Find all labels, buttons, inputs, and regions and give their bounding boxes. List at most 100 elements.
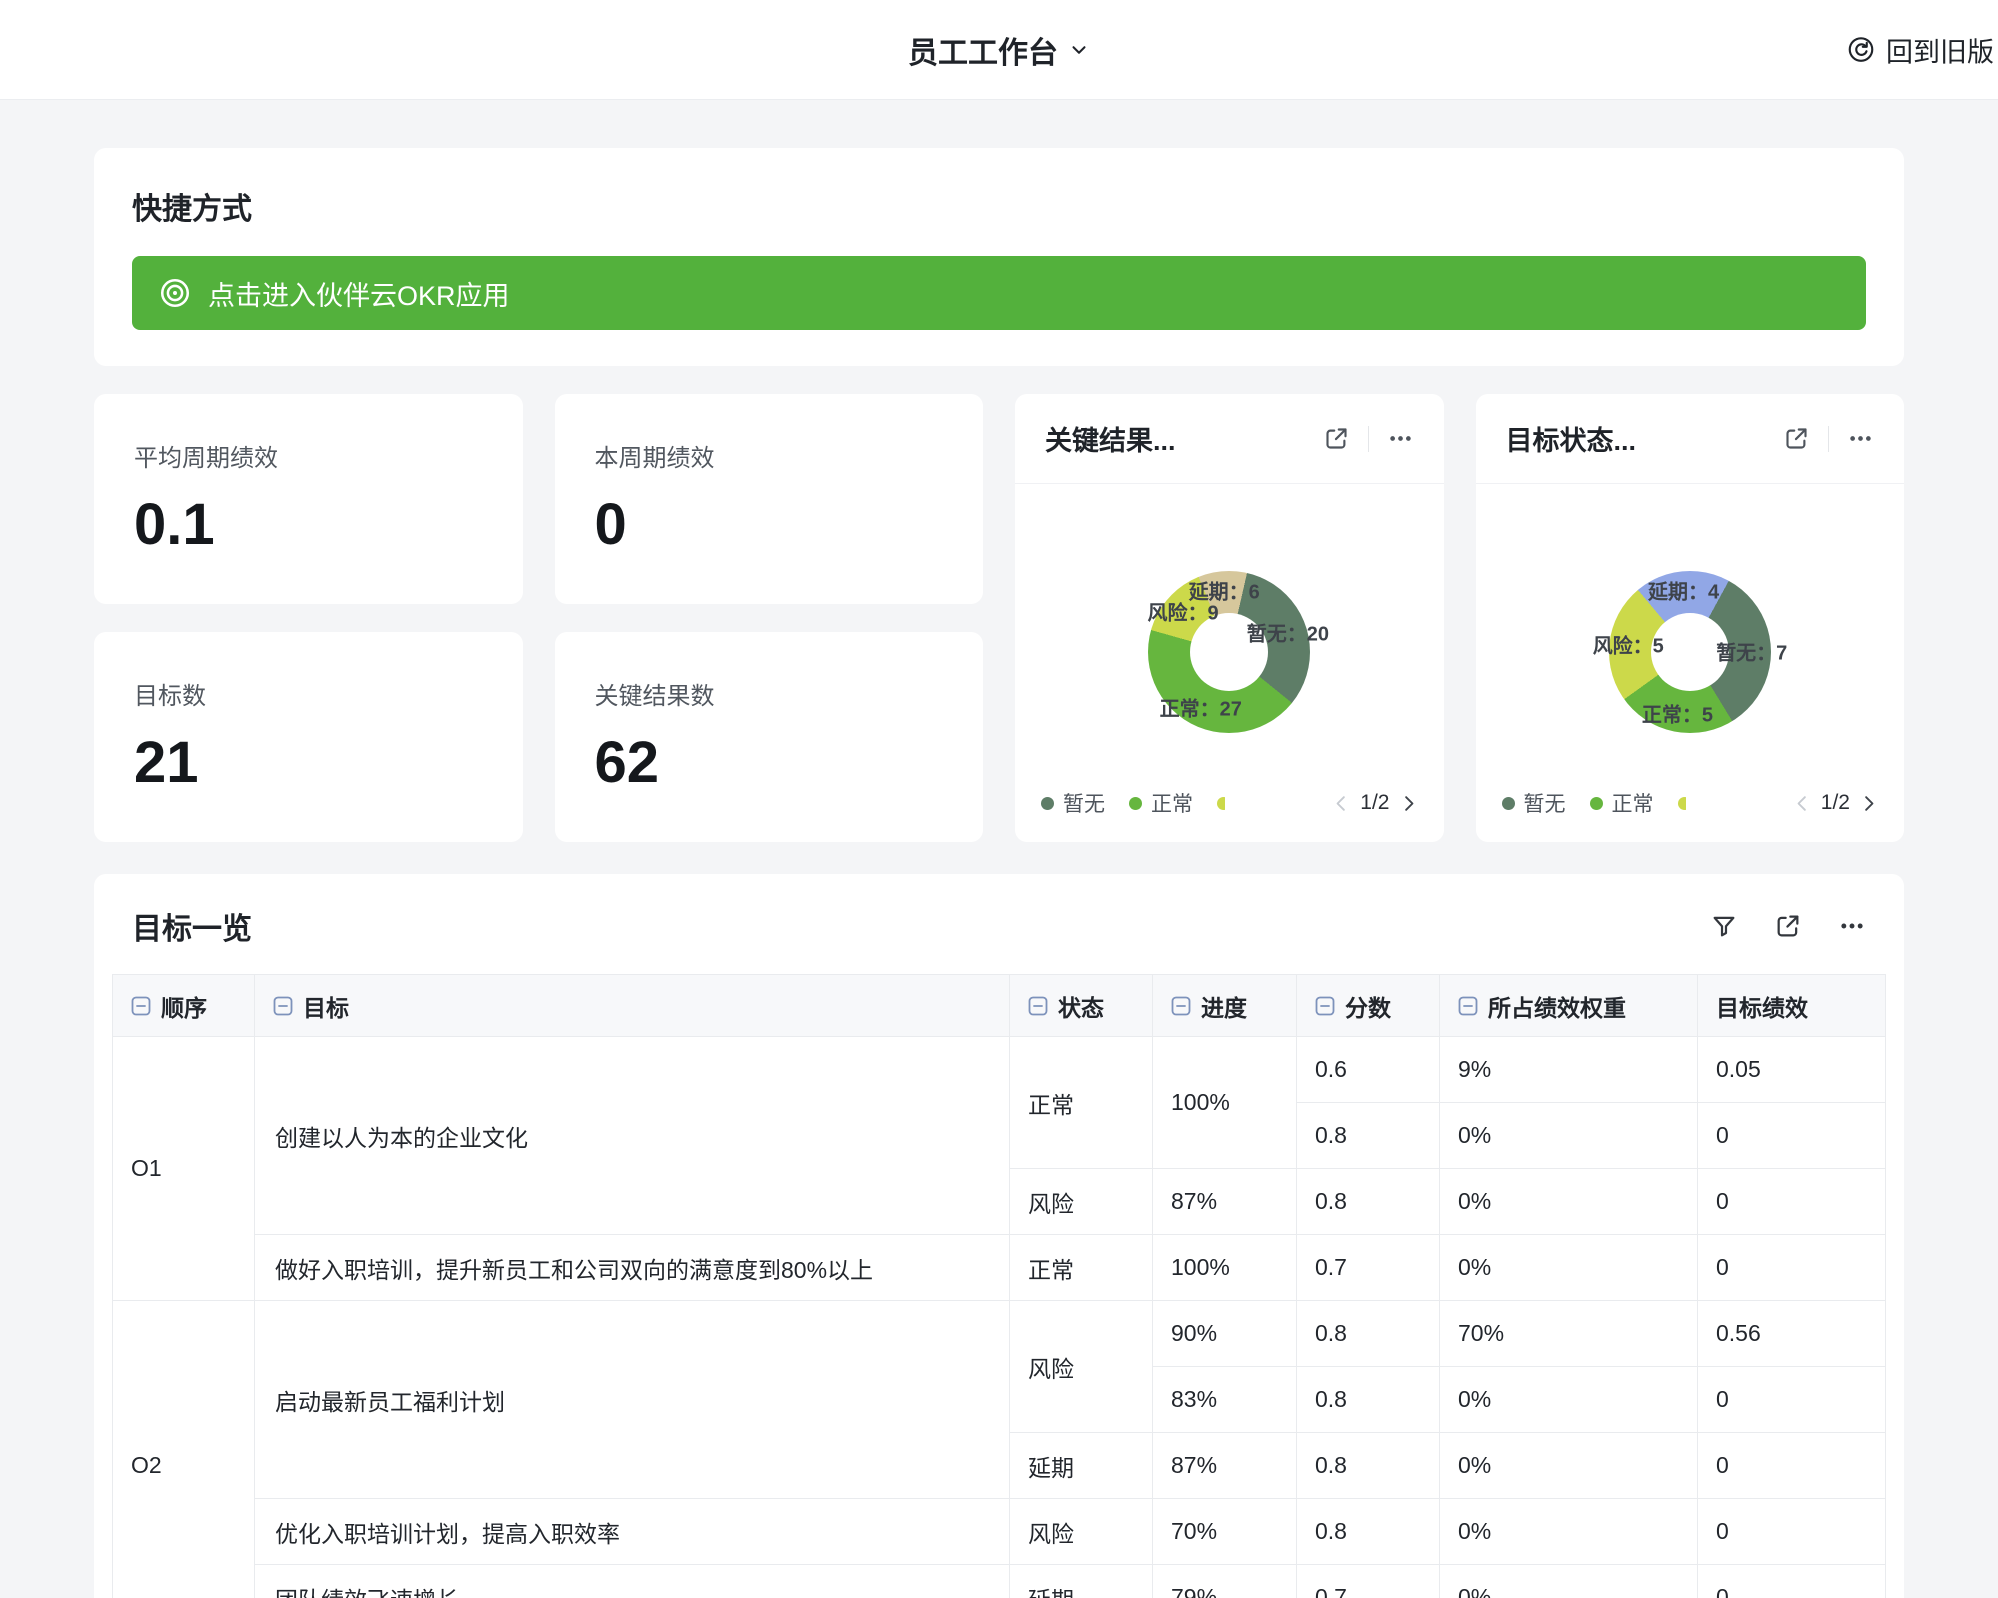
table-row: 做好入职培训，提升新员工和公司双向的满意度到80%以上正常100%0.70%0: [113, 1235, 1886, 1301]
objective-cell: 创建以人为本的企业文化: [255, 1037, 1010, 1235]
legend-item[interactable]: 正常: [1590, 788, 1654, 818]
pager-prev-icon[interactable]: [1793, 794, 1812, 813]
overview-title: 目标一览: [132, 904, 252, 948]
column-header: 目标: [255, 975, 1010, 1037]
legend-label: 正常: [1151, 788, 1193, 818]
progress-cell: 87%: [1153, 1433, 1297, 1499]
legend-dot: [1678, 797, 1686, 810]
overview-header: 目标一览: [94, 874, 1904, 974]
column-header: 顺序: [113, 975, 255, 1037]
performance-cell: 0: [1698, 1169, 1886, 1235]
legend-label: 暂无: [1524, 788, 1566, 818]
chart-title: 目标状态...: [1506, 419, 1637, 458]
legend-item[interactable]: 正常: [1129, 788, 1193, 818]
chart-card-header: 目标状态...: [1476, 394, 1905, 484]
score-cell: 0.8: [1297, 1367, 1440, 1433]
open-in-new-icon[interactable]: [1323, 425, 1350, 452]
open-in-new-icon[interactable]: [1774, 912, 1802, 940]
legend-item-partial: [1678, 797, 1686, 810]
column-label: 目标: [303, 989, 349, 1023]
pager-prev-icon[interactable]: [1332, 794, 1351, 813]
objectives-table-body: O1创建以人为本的企业文化正常100%0.69%0.050.80%0风险87%0…: [113, 1037, 1886, 1598]
stat-label: 本周期绩效: [595, 438, 944, 473]
objective-cell: 团队绩效飞速增长: [255, 1565, 1010, 1598]
legend-dot: [1129, 797, 1142, 810]
progress-cell: 70%: [1153, 1499, 1297, 1565]
collapse-group-icon[interactable]: [1315, 996, 1335, 1016]
weight-cell: 0%: [1440, 1433, 1698, 1499]
legend-label: 暂无: [1063, 788, 1105, 818]
stat-label: 关键结果数: [595, 676, 944, 711]
chart-legend: 暂无正常: [1502, 788, 1775, 818]
legend-dot: [1502, 797, 1515, 810]
column-label: 所占绩效权重: [1488, 989, 1626, 1023]
chevron-down-icon: [1068, 39, 1090, 61]
stats-grid: 平均周期绩效 0.1 本周期绩效 0 关键结果...: [94, 394, 1904, 842]
donut-segment-label: 延期：4: [1648, 576, 1719, 605]
column-label: 进度: [1201, 989, 1247, 1023]
column-label: 分数: [1345, 989, 1391, 1023]
performance-cell: 0: [1698, 1367, 1886, 1433]
pager-indicator: 1/2: [1821, 791, 1850, 815]
stat-card-avg-cycle-performance: 平均周期绩效 0.1: [94, 394, 523, 604]
column-label: 状态: [1058, 989, 1104, 1023]
divider: [1368, 426, 1369, 452]
more-actions-icon[interactable]: [1847, 425, 1874, 452]
pager-next-icon[interactable]: [1859, 794, 1878, 813]
status-cell: 正常: [1010, 1037, 1153, 1169]
stat-value: 0: [595, 495, 944, 556]
status-cell: 正常: [1010, 1235, 1153, 1301]
donut-segment-label: 正常：27: [1160, 693, 1242, 722]
weight-cell: 0%: [1440, 1565, 1698, 1598]
score-cell: 0.8: [1297, 1433, 1440, 1499]
legend-dot: [1590, 797, 1603, 810]
legend-item-partial: [1217, 797, 1225, 810]
workspace-switcher[interactable]: 员工工作台: [908, 28, 1090, 72]
column-header: 所占绩效权重: [1440, 975, 1698, 1037]
column-header: 状态: [1010, 975, 1153, 1037]
table-header-row: 顺序 目标 状态 进度 分数 所占绩效权重 目标绩效: [113, 975, 1886, 1037]
legend-dot: [1217, 797, 1225, 810]
stat-value: 21: [134, 733, 483, 794]
donut-chart[interactable]: 延期：4暂无：7正常：5风险：5: [1609, 571, 1771, 733]
okr-app-banner[interactable]: 点击进入伙伴云OKR应用: [132, 256, 1866, 330]
more-actions-icon[interactable]: [1838, 912, 1866, 940]
score-cell: 0.7: [1297, 1235, 1440, 1301]
main-content: 快捷方式 点击进入伙伴云OKR应用 平均周期绩效 0.1 本周期绩效 0 关键结…: [0, 148, 1998, 1598]
stat-card-key-result-count: 关键结果数 62: [555, 632, 984, 842]
progress-cell: 79%: [1153, 1565, 1297, 1598]
score-cell: 0.6: [1297, 1037, 1440, 1103]
column-header: 目标绩效: [1698, 975, 1886, 1037]
legend-item[interactable]: 暂无: [1502, 788, 1566, 818]
table-row: O2启动最新员工福利计划风险90%0.870%0.56: [113, 1301, 1886, 1367]
chart-footer: 暂无正常 1/2: [1476, 764, 1905, 842]
legend-pager: 1/2: [1332, 791, 1417, 815]
pager-next-icon[interactable]: [1399, 794, 1418, 813]
collapse-group-icon[interactable]: [1458, 996, 1478, 1016]
legend-pager: 1/2: [1793, 791, 1878, 815]
status-cell: 风险: [1010, 1301, 1153, 1433]
column-header: 进度: [1153, 975, 1297, 1037]
donut-chart[interactable]: 延期：6暂无：20正常：27风险：9: [1148, 571, 1310, 733]
chart-title: 关键结果...: [1045, 419, 1176, 458]
okr-app-banner-label: 点击进入伙伴云OKR应用: [208, 274, 510, 313]
objective-cell: 做好入职培训，提升新员工和公司双向的满意度到80%以上: [255, 1235, 1010, 1301]
performance-cell: 0: [1698, 1103, 1886, 1169]
back-to-old-version-button[interactable]: 回到旧版: [1846, 30, 1994, 69]
collapse-group-icon[interactable]: [273, 996, 293, 1016]
page-title: 员工工作台: [908, 28, 1058, 72]
progress-cell: 90%: [1153, 1301, 1297, 1367]
chart-footer: 暂无 正常 1/2: [1015, 764, 1444, 842]
collapse-group-icon[interactable]: [1171, 996, 1191, 1016]
filter-icon[interactable]: [1710, 912, 1738, 940]
donut-segment-label: 暂无：20: [1247, 617, 1329, 646]
weight-cell: 0%: [1440, 1367, 1698, 1433]
weight-cell: 0%: [1440, 1499, 1698, 1565]
progress-cell: 83%: [1153, 1367, 1297, 1433]
open-in-new-icon[interactable]: [1783, 425, 1810, 452]
collapse-group-icon[interactable]: [1028, 996, 1048, 1016]
collapse-group-icon[interactable]: [131, 996, 151, 1016]
more-actions-icon[interactable]: [1387, 425, 1414, 452]
legend-item[interactable]: 暂无: [1041, 788, 1105, 818]
pager-indicator: 1/2: [1360, 791, 1389, 815]
